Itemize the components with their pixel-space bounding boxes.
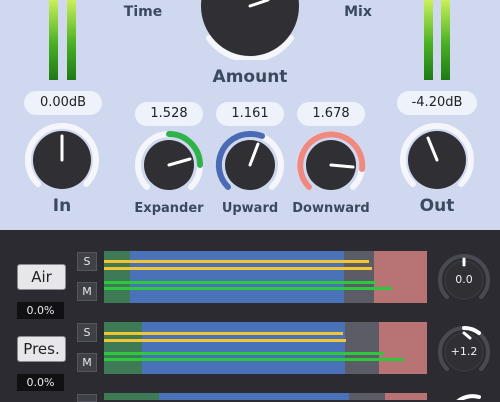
upward-ratio-value[interactable]: 1.161 bbox=[216, 102, 284, 126]
band-air-low-zone bbox=[104, 251, 130, 303]
expander-label: Expander bbox=[134, 201, 204, 216]
band-air-mid-zone bbox=[130, 251, 344, 303]
downward-ratio-knob[interactable] bbox=[295, 129, 367, 201]
band-presence-yellow-line bbox=[104, 332, 343, 335]
band-air-percent: 0.0% bbox=[17, 302, 64, 319]
output-label: Out bbox=[419, 196, 455, 216]
band-presence-yellow-line bbox=[104, 339, 346, 342]
input-meter-right bbox=[67, 0, 76, 80]
band-air-green-line bbox=[104, 281, 376, 284]
output-gain-knob[interactable] bbox=[397, 120, 477, 200]
amount-label: Amount bbox=[212, 67, 288, 87]
band-air-solo-button[interactable]: S bbox=[77, 252, 97, 271]
band-presence-percent: 0.0% bbox=[17, 374, 64, 391]
band-air-yellow-line bbox=[104, 260, 369, 263]
band-3-high-zone bbox=[385, 393, 427, 400]
band-presence-button[interactable]: Pres. bbox=[17, 336, 66, 362]
band-3-meter-strip bbox=[104, 393, 427, 400]
band-presence-gap-zone bbox=[345, 322, 379, 374]
downward-ratio-value[interactable]: 1.678 bbox=[297, 102, 365, 126]
expander-ratio-value[interactable]: 1.528 bbox=[135, 102, 203, 126]
band-presence-mute-button[interactable]: M bbox=[77, 353, 97, 372]
output-meter-right bbox=[441, 0, 450, 80]
amount-knob[interactable] bbox=[180, 0, 320, 60]
band-3-solo-button[interactable] bbox=[77, 394, 97, 402]
band-presence-green-line bbox=[104, 358, 404, 361]
band-air-meter-strip bbox=[104, 251, 427, 303]
upward-label: Upward bbox=[221, 201, 279, 216]
band-3-low-zone bbox=[104, 393, 159, 400]
band-3-gain-knob[interactable] bbox=[437, 392, 491, 400]
downward-label: Downward bbox=[292, 201, 370, 216]
input-gain-knob[interactable] bbox=[22, 120, 102, 200]
band-presence-green-line bbox=[104, 352, 384, 355]
main-controls-panel: Time Mix Amount 0.00dB 1.528 1.161 1.678… bbox=[0, 0, 500, 230]
band-air-green-line bbox=[104, 287, 392, 290]
band-air-high-zone bbox=[374, 251, 427, 303]
band-presence-meter-strip bbox=[104, 322, 427, 374]
band-presence-gain-value: +1.2 bbox=[450, 345, 478, 358]
band-3-mid-zone bbox=[159, 393, 349, 400]
band-air-gap-zone bbox=[344, 251, 374, 303]
band-presence-high-zone bbox=[379, 322, 427, 374]
mix-label: Mix bbox=[344, 4, 372, 20]
input-label: In bbox=[52, 196, 72, 216]
band-air-yellow-line bbox=[104, 267, 372, 270]
band-air-gain-value: 0.0 bbox=[455, 273, 473, 286]
band-presence-low-zone bbox=[104, 322, 142, 374]
band-presence-mid-zone bbox=[142, 322, 345, 374]
band-presence-solo-button[interactable]: S bbox=[77, 323, 97, 342]
upward-ratio-knob[interactable] bbox=[214, 129, 286, 201]
output-gain-value[interactable]: -4.20dB bbox=[397, 91, 477, 115]
output-meter-left bbox=[424, 0, 433, 80]
band-air-button[interactable]: Air bbox=[17, 264, 66, 290]
band-air-mute-button[interactable]: M bbox=[77, 282, 97, 301]
input-gain-value[interactable]: 0.00dB bbox=[24, 91, 102, 115]
expander-ratio-knob[interactable] bbox=[133, 129, 205, 201]
band-3-gap-zone bbox=[349, 393, 385, 400]
input-meter-left bbox=[49, 0, 58, 80]
time-label: Time bbox=[123, 4, 163, 20]
